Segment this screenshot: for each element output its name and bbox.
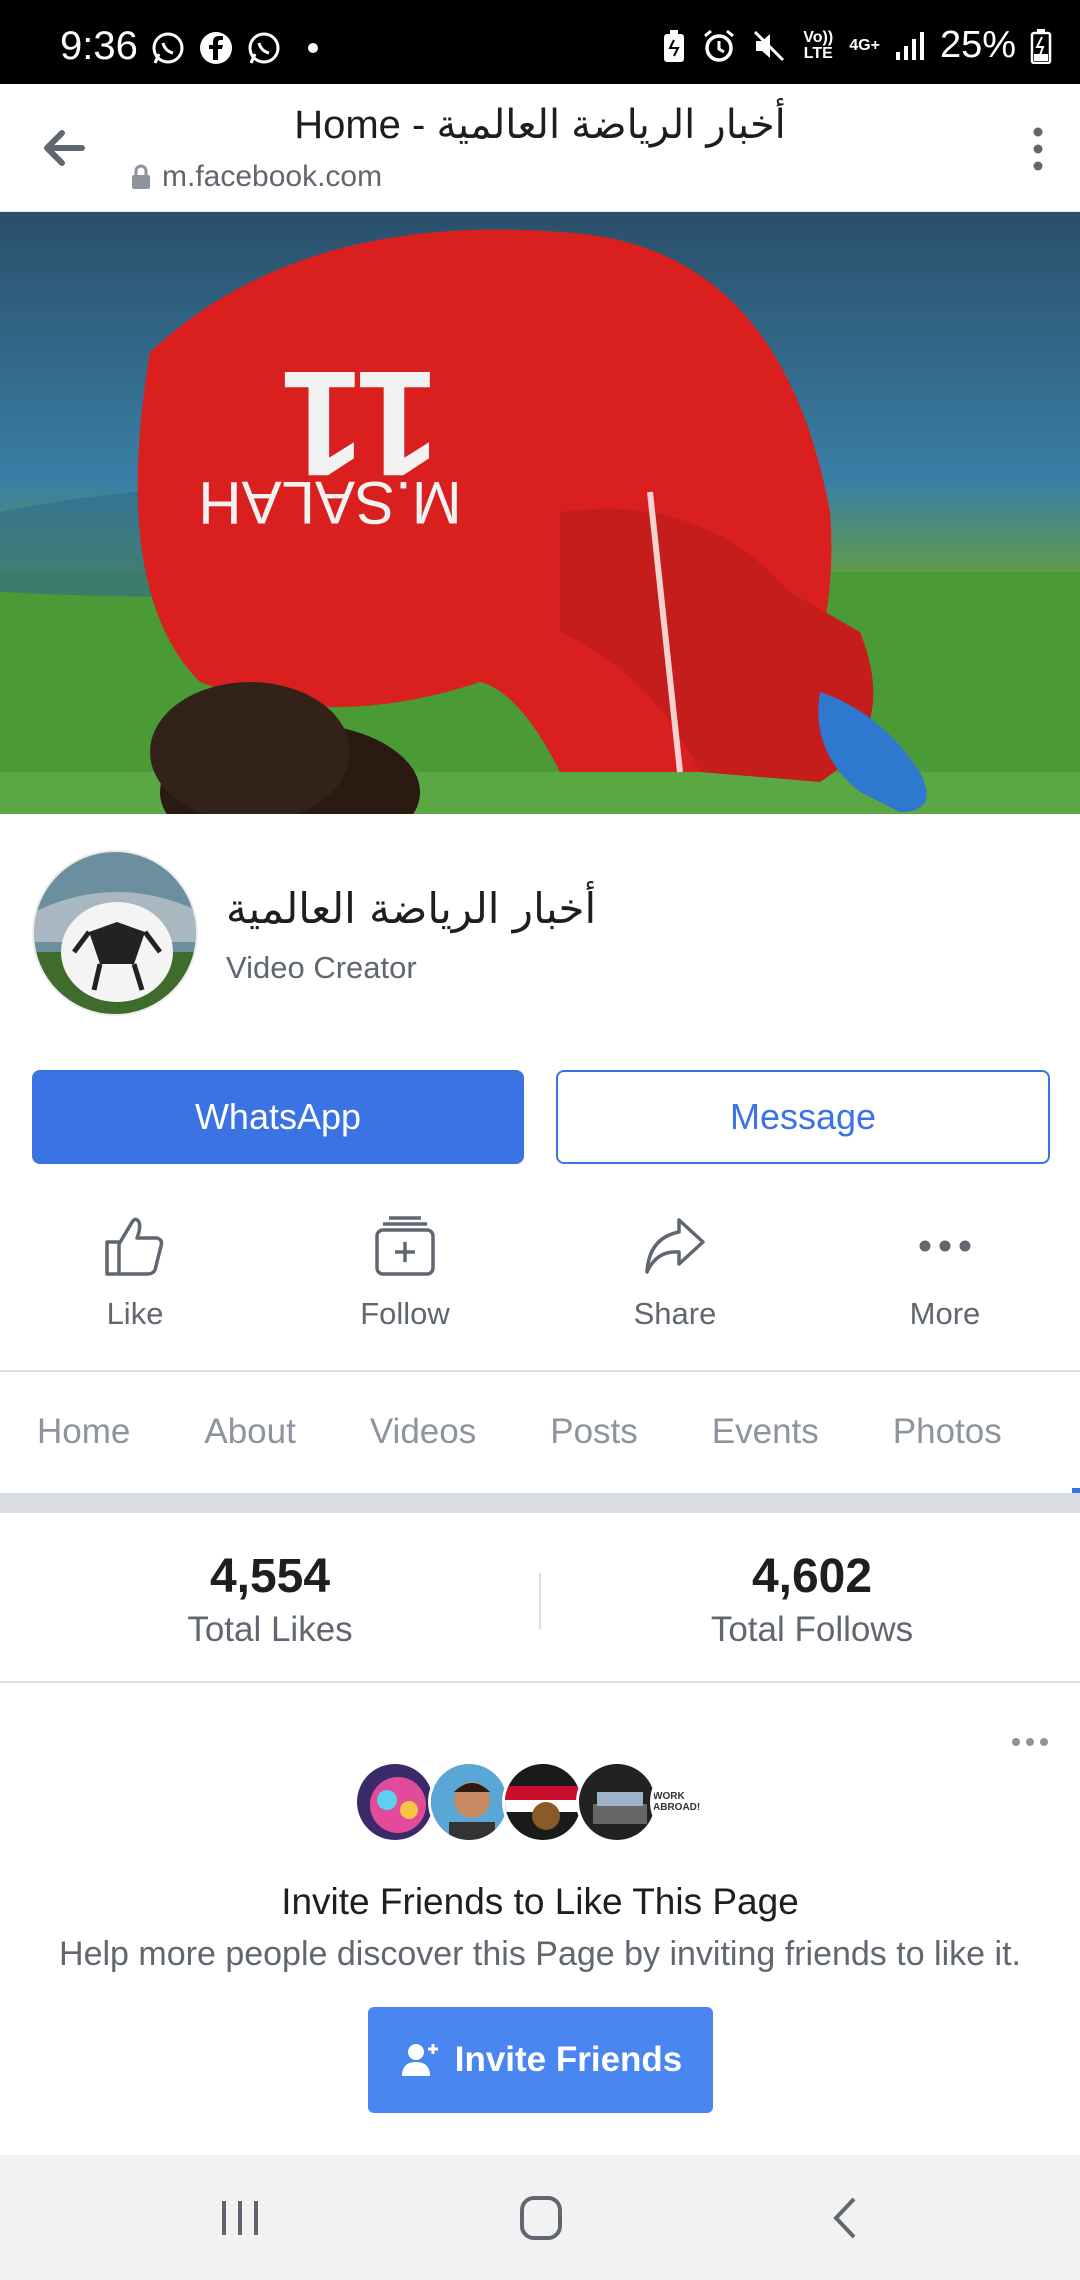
message-button[interactable]: Message [556,1070,1050,1164]
page-actions: Like Follow Share More [0,1210,1080,1370]
battery-saver-icon [664,29,685,62]
stats-divider [539,1573,541,1629]
overflow-menu-icon[interactable] [1026,124,1050,174]
more-label: More [909,1296,981,1331]
share-icon [645,1218,705,1274]
status-bar: 9:36 Vo)) LTE 4G+ 25% [0,0,1080,84]
browser-url[interactable]: m.facebook.com [130,160,382,194]
signal-icon [895,31,924,60]
total-likes-stat: 4,554 Total Likes [70,1549,470,1650]
add-friend-icon [401,2044,438,2076]
lock-icon [132,164,150,189]
friend-avatar [576,1761,658,1843]
mute-icon [754,30,785,61]
browser-toolbar: Home - أخبار الرياضة العالمية m.facebook… [0,84,1080,212]
total-follows-count: 4,602 [751,1550,873,1603]
back-arrow-icon[interactable] [36,120,92,176]
home-icon[interactable] [511,2191,571,2245]
soccer-ball-icon [34,852,196,1014]
status-time: 9:36 [60,24,138,68]
jersey-name: M.SALAH [198,469,461,536]
more-icon [919,1240,971,1252]
whatsapp-icon [152,32,184,64]
card-menu-icon[interactable] [1010,1735,1050,1749]
total-follows-stat: 4,602 Total Follows [612,1549,1012,1650]
like-action[interactable]: Like [0,1210,270,1370]
tab-about[interactable]: About [204,1412,295,1452]
network-label: 4G+ [849,36,880,54]
invite-subtitle: Help more people discover this Page by i… [59,1935,1021,1973]
alarm-icon [704,29,735,62]
recent-apps-icon[interactable] [210,2191,270,2245]
cover-image: 11 M.SALAH [0,212,1080,814]
invite-friends-card: WORK ABROAD! Invite Friends to Like This… [0,1685,1080,2155]
page-header: أخبار الرياضة العالمية Video Creator [0,814,1080,1034]
friend-avatar [502,1761,584,1843]
system-icons: Vo)) LTE 4G+ 25% [661,24,1052,67]
share-label: Share [633,1296,717,1331]
friend-avatar [428,1761,510,1843]
facebook-icon [200,32,232,64]
page-category: Video Creator [226,950,417,985]
invite-friends-button[interactable]: Invite Friends [368,2007,713,2113]
friend-avatar [354,1761,436,1843]
cover-photo[interactable]: 11 M.SALAH [0,212,1080,814]
system-nav-bar [0,2155,1080,2280]
battery-charging-icon [1030,28,1052,64]
more-action[interactable]: More [810,1210,1080,1370]
friend-avatar: WORK ABROAD! [650,1761,732,1843]
total-likes-count: 4,554 [209,1550,331,1603]
page-name: أخبار الرياضة العالمية [226,884,597,933]
back-nav-icon[interactable] [816,2191,876,2245]
browser-page-title: Home - أخبار الرياضة العالمية [294,103,786,147]
url-text: m.facebook.com [162,160,383,193]
tab-photos[interactable]: Photos [893,1412,1002,1452]
total-follows-label: Total Follows [710,1610,914,1649]
whatsapp-button[interactable]: WhatsApp [32,1070,524,1164]
friend-avatars: WORK ABROAD! [354,1761,732,1843]
whatsapp-icon [248,32,280,64]
total-likes-label: Total Likes [187,1610,353,1649]
follow-icon [375,1216,435,1276]
page-tabs: Home About Videos Posts Events Photos [0,1372,1080,1492]
thumbs-up-icon [105,1217,164,1276]
follow-label: Follow [360,1296,450,1331]
share-action[interactable]: Share [540,1210,810,1370]
section-separator [0,1493,1080,1513]
notification-icons [150,30,318,66]
friend-avatar-text: WORK ABROAD! [653,1791,701,1813]
tab-events[interactable]: Events [712,1412,819,1452]
page-avatar[interactable] [32,850,198,1016]
battery-percent: 25% [939,24,1016,66]
invite-title: Invite Friends to Like This Page [281,1881,799,1922]
like-label: Like [106,1296,164,1331]
follow-action[interactable]: Follow [270,1210,540,1370]
tab-home[interactable]: Home [37,1412,130,1452]
invite-button-label: Invite Friends [454,2040,683,2079]
more-notifications-dot [308,43,318,53]
tab-posts[interactable]: Posts [550,1412,638,1452]
volte-label: Vo)) LTE [803,28,834,62]
page-stats: 4,554 Total Likes 4,602 Total Follows [0,1513,1080,1683]
tab-videos[interactable]: Videos [370,1412,476,1452]
